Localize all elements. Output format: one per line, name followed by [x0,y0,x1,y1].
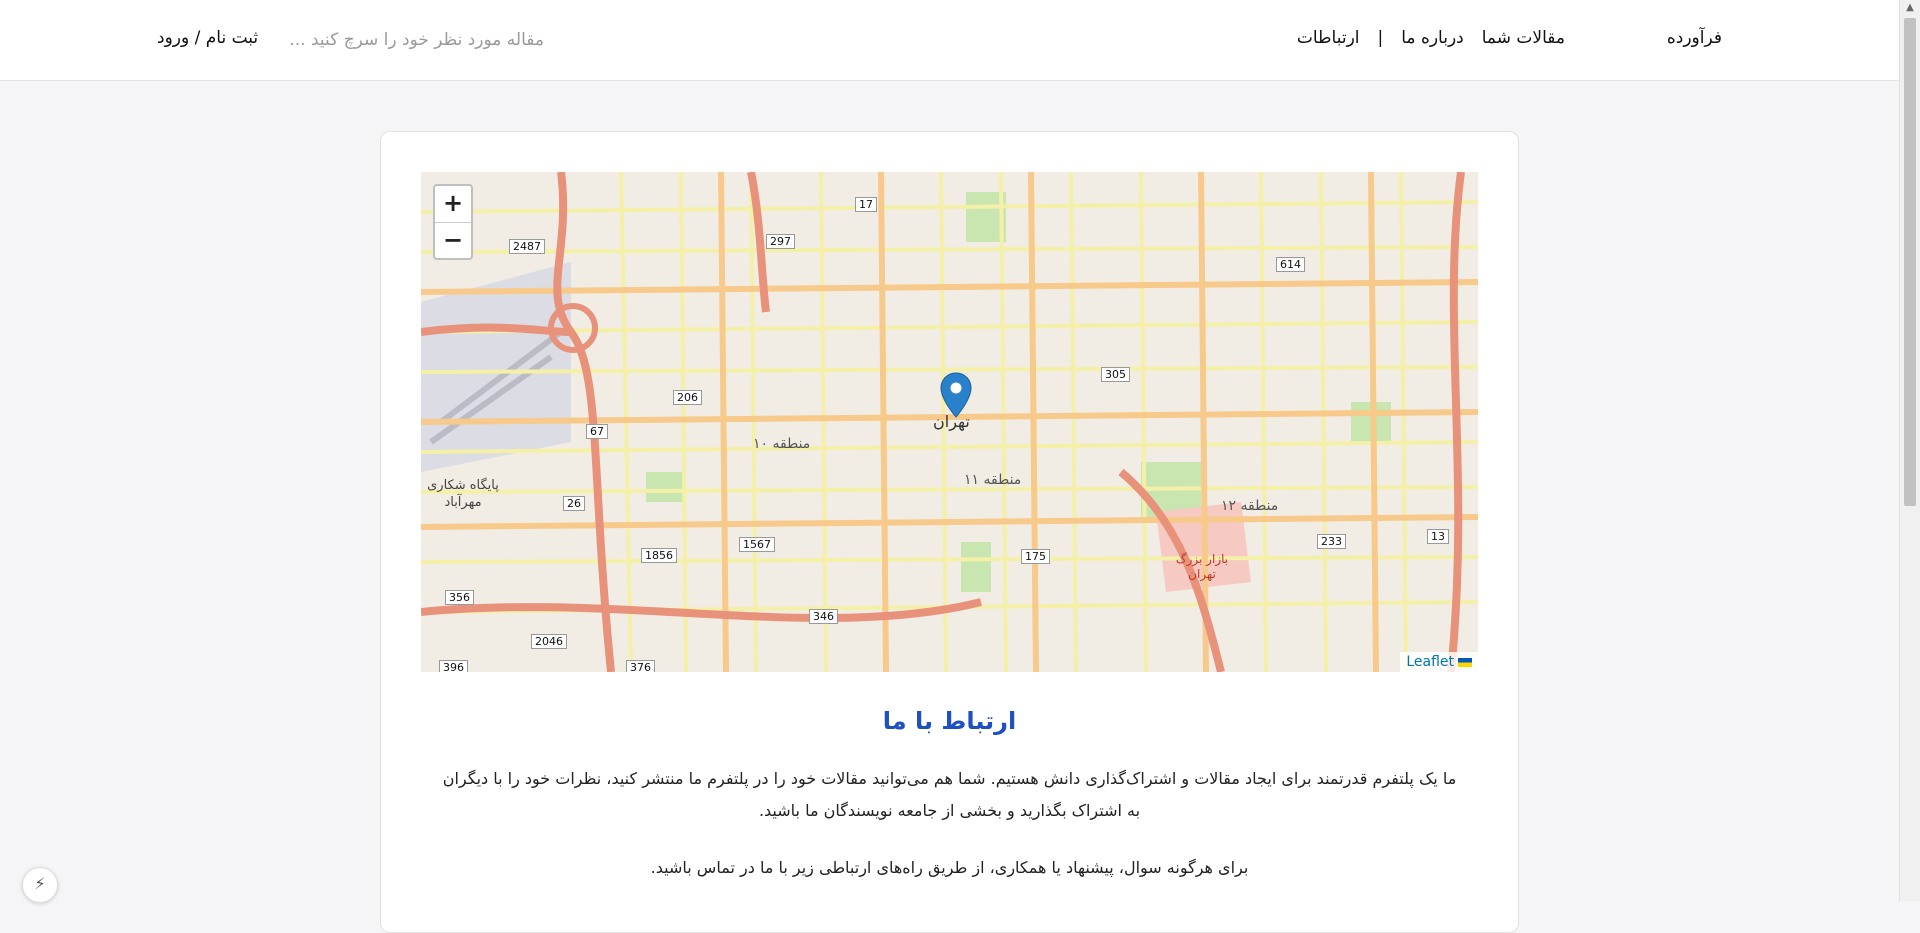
nav-contact[interactable]: ارتباطات [1297,28,1360,48]
road-number: 17 [855,197,877,212]
contact-card: منطقه ۱۰ منطقه ۱۱ منطقه ۱۲ پایگاه شکاری … [380,131,1519,933]
scroll-up-arrow-icon[interactable]: ▲ [1900,0,1920,16]
road-number: 175 [1021,549,1050,564]
zoom-control: + − [433,184,473,260]
nav-about-us[interactable]: درباره ما [1401,28,1464,48]
road-number: 2487 [509,239,545,254]
map-label-region11: منطقه ۱۱ [964,472,1022,488]
lightning-bolt-icon[interactable]: ⚡ [22,867,58,903]
road-number: 376 [626,660,655,672]
page-scrollbar[interactable]: ▲ [1899,0,1920,901]
map-label-airbase: پایگاه شکاری مهرآباد [427,478,499,510]
page-title: ارتباط با ما [882,707,1017,735]
road-number: 396 [439,660,468,672]
ukraine-flag-icon [1458,657,1472,667]
scroll-thumb[interactable] [1904,18,1916,506]
map-label-region10: منطقه ۱۰ [753,436,811,452]
road-number: 13 [1427,529,1449,544]
road-number: 233 [1317,534,1346,549]
map-attribution: Leaflet [1400,652,1478,672]
road-number: 206 [673,390,702,405]
road-number: 297 [766,234,795,249]
brand-link[interactable]: فرآورده [1667,28,1722,48]
road-number: 346 [809,609,838,624]
road-number: 26 [563,496,585,511]
intro-paragraph: ما یک پلتفرم قدرتمند برای ایجاد مقالات و… [442,769,1457,820]
nav-my-articles[interactable]: مقالات شما [1482,28,1565,48]
map[interactable]: منطقه ۱۰ منطقه ۱۱ منطقه ۱۲ پایگاه شکاری … [421,172,1478,672]
contact-paragraph: برای هرگونه سوال، پیشنهاد یا همکاری، از … [650,858,1249,877]
road-number: 356 [445,590,474,605]
zoom-in-button[interactable]: + [435,186,471,223]
road-number: 305 [1101,367,1130,382]
road-number: 67 [586,424,608,439]
login-register-link[interactable]: ثبت نام / ورود [157,28,258,48]
leaflet-link[interactable]: Leaflet [1406,654,1454,670]
map-label-bazaar: بازار بزرگ تهران [1175,552,1229,581]
road-number: 614 [1276,257,1305,272]
nav-separator: | [1377,28,1384,48]
top-navbar: فرآورده مقالات شما درباره ما | ارتباطات … [0,0,1900,81]
zoom-out-button[interactable]: − [435,223,471,258]
road-number: 1567 [739,537,775,552]
search-input[interactable] [282,22,546,58]
road-number: 1856 [641,548,677,563]
road-number: 2046 [531,634,567,649]
main-nav: مقالات شما درباره ما | ارتباطات [1297,28,1565,48]
location-marker-icon[interactable] [940,372,972,418]
map-label-region12: منطقه ۱۲ [1221,498,1279,514]
